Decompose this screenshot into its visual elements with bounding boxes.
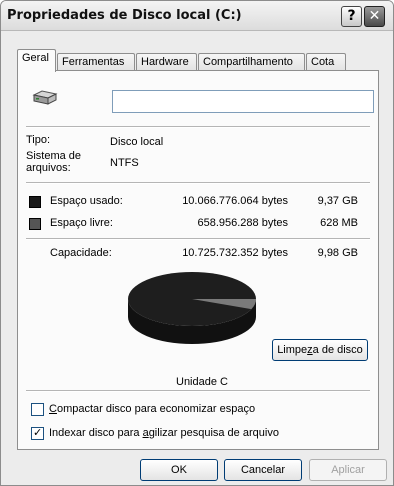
used-space-swatch (29, 196, 41, 208)
separator (26, 182, 370, 184)
hard-drive-icon (32, 90, 58, 105)
disk-usage-pie-chart (128, 272, 256, 344)
close-icon: ✕ (368, 8, 381, 24)
tab-ferramentas[interactable]: Ferramentas (57, 53, 135, 71)
free-space-swatch (29, 218, 41, 230)
close-button[interactable]: ✕ (364, 6, 385, 27)
disk-cleanup-button[interactable]: Limpeza de disco (272, 339, 368, 361)
used-space-bytes: 10.066.776.064 bytes (182, 195, 288, 207)
help-button[interactable]: ? (341, 6, 362, 27)
free-space-label: Espaço livre: (50, 217, 113, 229)
free-space-bytes: 658.956.288 bytes (197, 217, 288, 229)
window-title: Propriedades de Disco local (C:) (7, 8, 242, 23)
filesystem-value: NTFS (110, 157, 139, 169)
tab-compartilhamento[interactable]: Compartilhamento (198, 53, 305, 71)
filesystem-label-line1: Sistema de (26, 150, 82, 162)
type-value: Disco local (110, 136, 164, 148)
cancel-button[interactable]: Cancelar (224, 459, 302, 481)
capacity-bytes: 10.725.732.352 bytes (182, 247, 288, 259)
tab-geral[interactable]: Geral (17, 49, 56, 72)
volume-name-input[interactable] (112, 90, 374, 113)
compress-checkbox[interactable] (31, 403, 44, 416)
used-space-short: 9,37 GB (317, 195, 358, 207)
help-icon: ? (347, 8, 356, 24)
check-icon: ✓ (33, 426, 43, 439)
tab-cota[interactable]: Cota (306, 53, 346, 71)
capacity-short: 9,98 GB (317, 247, 358, 259)
title-bar[interactable]: Propriedades de Disco local (C:) ? ✕ (1, 1, 393, 31)
capacity-label: Capacidade: (50, 247, 112, 259)
apply-button[interactable]: Aplicar (309, 459, 387, 481)
separator (26, 126, 370, 128)
general-tab-panel: Tipo: Disco local Sistema de arquivos: N… (17, 70, 379, 450)
used-space-label: Espaço usado: (50, 195, 123, 207)
compress-label[interactable]: Compactar disco para economizar espaço (49, 403, 255, 415)
index-checkbox[interactable]: ✓ (31, 426, 44, 440)
properties-dialog: Propriedades de Disco local (C:) ? ✕ Ger… (0, 0, 394, 486)
free-space-short: 628 MB (320, 217, 358, 229)
index-label[interactable]: Indexar disco para agilizar pesquisa de … (49, 427, 279, 439)
tab-hardware[interactable]: Hardware (136, 53, 197, 71)
separator (26, 238, 370, 240)
ok-button[interactable]: OK (140, 459, 218, 481)
separator (26, 390, 370, 392)
type-label: Tipo: (26, 134, 51, 146)
filesystem-label-line2: arquivos: (26, 162, 71, 174)
drive-label: Unidade C (176, 376, 228, 388)
